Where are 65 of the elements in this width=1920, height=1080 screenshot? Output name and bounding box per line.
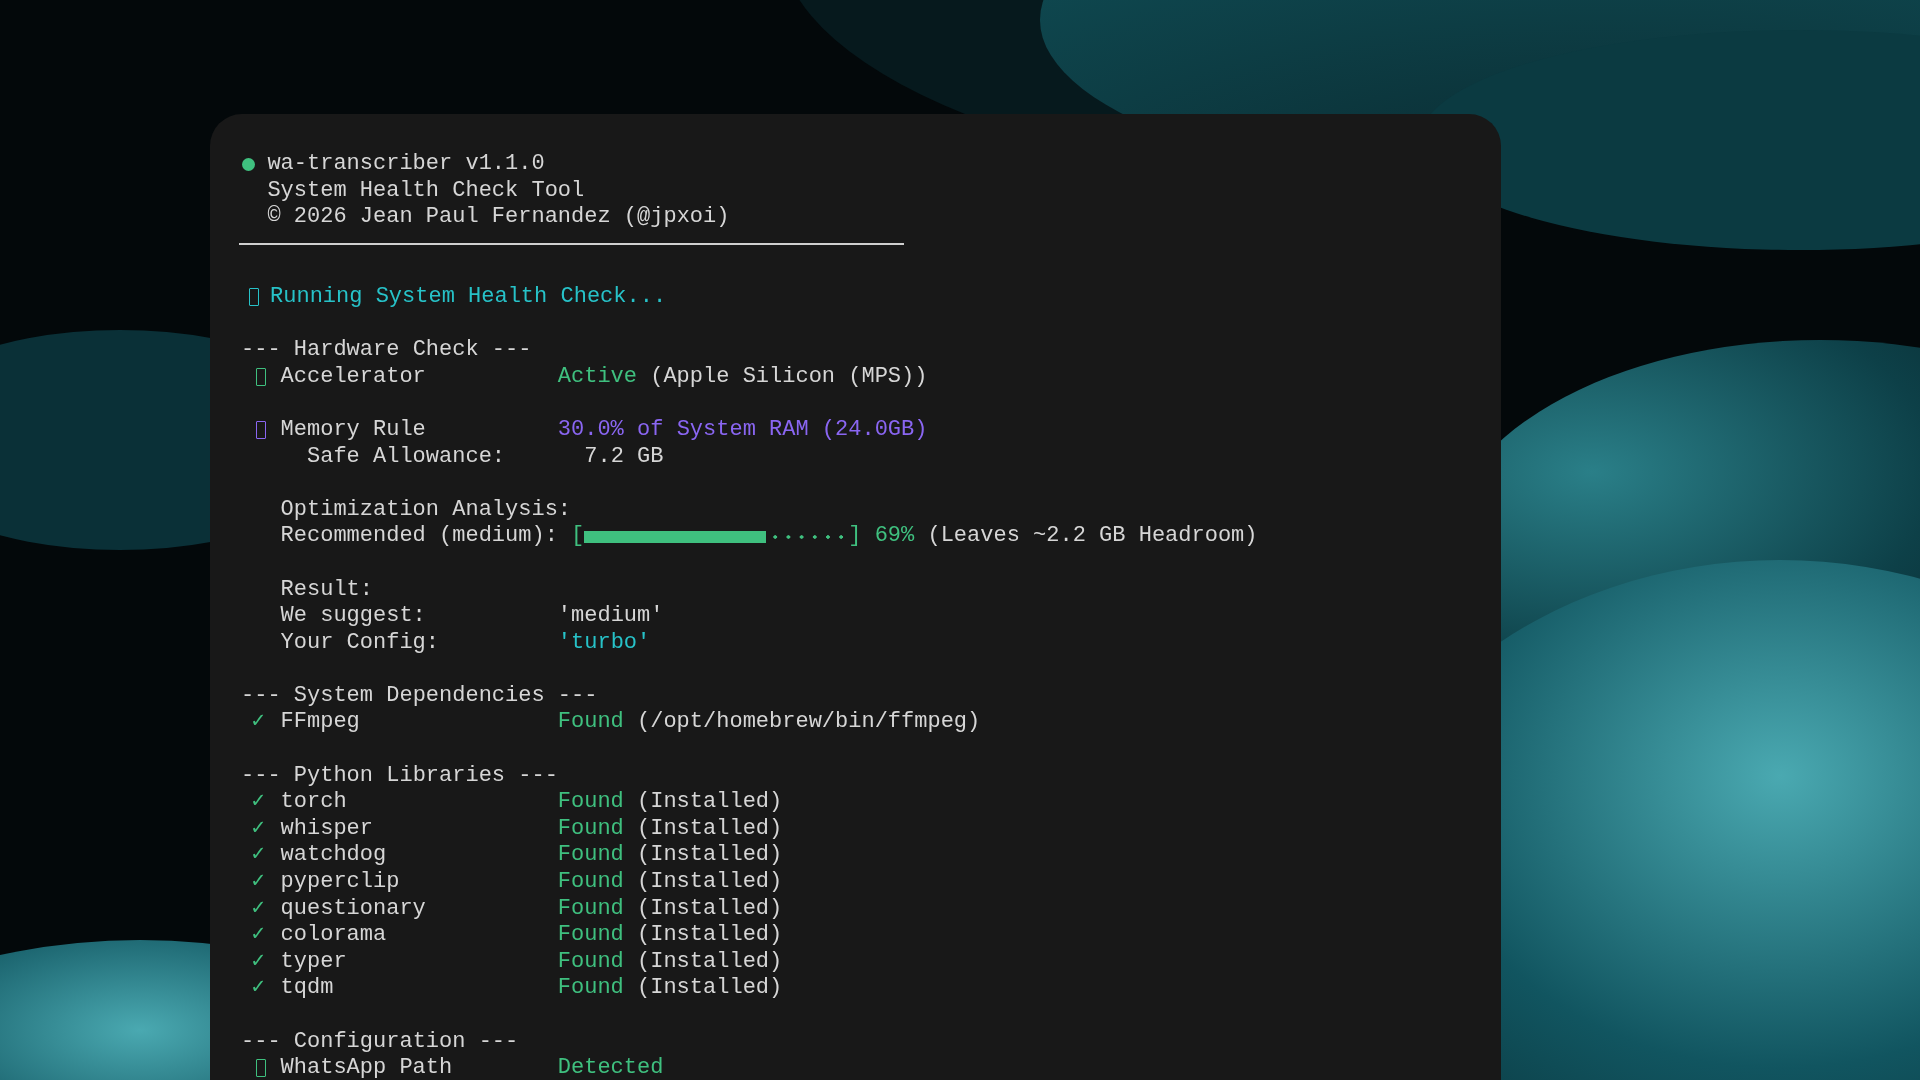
- section-heading: --- Hardware Check ---: [241, 337, 532, 364]
- check-detail: (Apple Silicon (MPS)): [650, 363, 928, 391]
- check-detail: (Installed): [637, 975, 783, 1002]
- check-status: Found: [557, 948, 624, 976]
- check-status: Found: [557, 789, 624, 816]
- check-label: watchdog: [280, 842, 388, 870]
- bracket: ]: [848, 523, 862, 550]
- analysis-heading: Result:: [280, 576, 373, 604]
- check-mark: ✓: [251, 948, 265, 976]
- status-dot-icon: [242, 157, 256, 171]
- detail-label: Safe Allowance:: [307, 443, 507, 471]
- check-status: Found: [557, 842, 624, 870]
- check-label: whisper: [280, 815, 374, 843]
- check-detail: (/opt/homebrew/bin/ffmpeg): [637, 709, 981, 737]
- app-subtitle: System Health Check Tool: [267, 177, 585, 205]
- check-status: Found: [557, 922, 624, 949]
- check-mark: ✓: [251, 895, 265, 923]
- progress-note: (Leaves ~2.2 GB Headroom): [927, 523, 1258, 550]
- check-mark: ✓: [251, 869, 265, 896]
- check-mark: ✓: [251, 975, 265, 1002]
- check-status: 30.0% of System RAM (24.0GB): [557, 416, 928, 444]
- check-status: Active: [557, 363, 638, 391]
- progress-percent: 69%: [874, 523, 915, 550]
- result-value: 'turbo': [557, 629, 651, 657]
- result-value: 'medium': [557, 603, 664, 630]
- check-detail: (Installed): [637, 948, 783, 976]
- check-mark: ✓: [251, 842, 265, 870]
- check-status: Found: [557, 895, 624, 923]
- check-mark: ✓: [251, 709, 265, 737]
- check-label: tqdm: [280, 975, 335, 1002]
- result-label: We suggest:: [280, 603, 427, 630]
- section-heading: --- System Dependencies ---: [241, 682, 598, 710]
- check-mark: ✓: [251, 815, 265, 843]
- copyright-text: © 2026 Jean Paul Fernandez (@jpxoi): [267, 204, 730, 231]
- check-label: typer: [280, 948, 348, 976]
- check-detail: (Installed): [637, 815, 783, 843]
- bracket: [: [571, 523, 585, 550]
- check-status: Found: [557, 975, 624, 1002]
- check-status: Found: [557, 709, 624, 737]
- section-heading: --- Configuration ---: [241, 1028, 519, 1056]
- check-label: Accelerator: [280, 363, 427, 391]
- check-detail: (Installed): [637, 869, 783, 896]
- check-label: WhatsApp Path: [280, 1055, 454, 1080]
- analysis-heading: Optimization Analysis:: [280, 496, 572, 524]
- progress-label: Recommended (medium):: [280, 523, 558, 550]
- check-status: Found: [557, 869, 624, 896]
- check-detail: (Installed): [637, 789, 783, 816]
- check-mark: ✓: [251, 922, 265, 949]
- check-label: questionary: [280, 895, 427, 923]
- check-detail: (Installed): [637, 895, 783, 923]
- check-label: Memory Rule: [280, 416, 427, 444]
- check-mark: ✓: [251, 789, 265, 816]
- result-label: Your Config:: [280, 629, 441, 657]
- detail-value: 7.2 GB: [584, 443, 664, 471]
- check-status: Detected: [557, 1055, 664, 1080]
- check-detail: (Installed): [637, 842, 783, 870]
- check-status: Found: [557, 815, 624, 843]
- check-label: FFmpeg: [280, 709, 361, 737]
- check-detail: (Installed): [637, 922, 783, 949]
- check-label: colorama: [280, 922, 388, 949]
- check-label: pyperclip: [280, 869, 401, 896]
- check-label: torch: [280, 789, 348, 816]
- app-title: wa-transcriber v1.1.0: [267, 151, 545, 178]
- section-heading: --- Python Libraries ---: [241, 762, 558, 790]
- status-message: Running System Health Check...: [270, 283, 667, 311]
